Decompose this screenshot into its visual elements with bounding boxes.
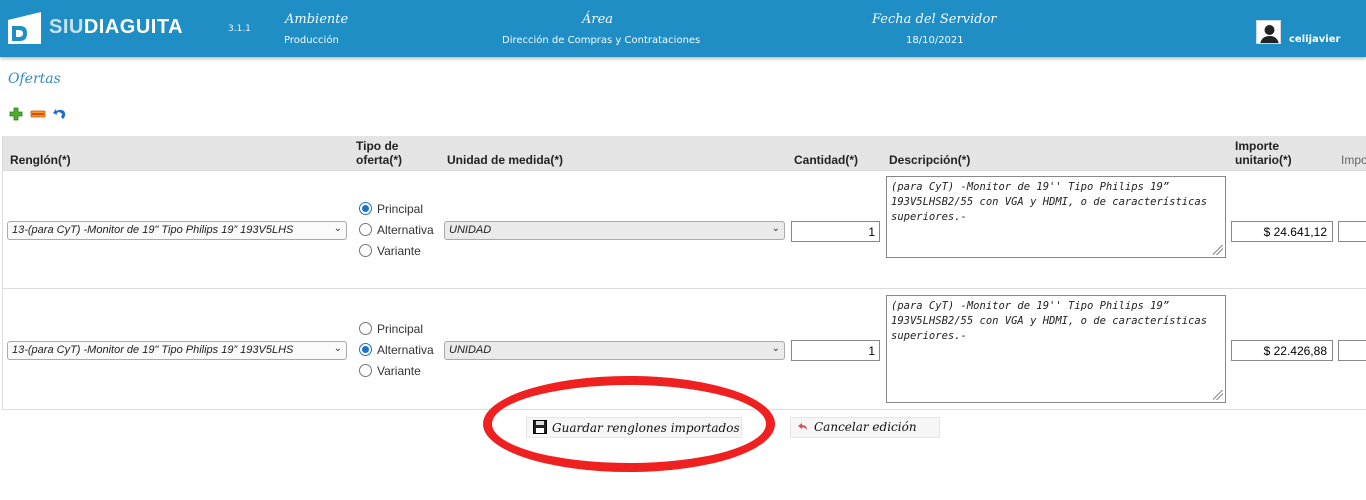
user-avatar-icon[interactable]: [1256, 20, 1281, 44]
cantidad-input[interactable]: 1: [791, 221, 880, 242]
radio-principal[interactable]: Principal: [359, 201, 434, 222]
importe-total-input[interactable]: [1338, 340, 1366, 361]
descripcion-text: (para CyT) -Monitor de 19'' Tipo Philips…: [891, 181, 1208, 223]
table-row: 13-(para CyT) -Monitor de 19" Tipo Phili…: [3, 289, 1366, 410]
renglon-select[interactable]: 13-(para CyT) -Monitor de 19" Tipo Phili…: [7, 341, 347, 360]
radio-label: Variante: [377, 244, 421, 258]
radio-unselected-icon: [359, 244, 372, 257]
add-icon[interactable]: [8, 106, 24, 122]
radio-alternativa[interactable]: Alternativa: [359, 342, 434, 363]
renglon-select[interactable]: 13-(para CyT) -Monitor de 19" Tipo Phili…: [7, 221, 347, 240]
app-version: 3.1.1: [228, 24, 251, 34]
fecha-servidor-label: Fecha del Servidor: [872, 12, 997, 27]
brand-siu: SIU: [49, 16, 84, 38]
cancelar-label: Cancelar edición: [814, 420, 917, 434]
col-tipo-oferta-line2: oferta(*): [356, 153, 403, 167]
radio-label: Variante: [377, 364, 421, 378]
ambiente-label: Ambiente: [285, 12, 349, 27]
app-header: SIUDIAGUITA 3.1.1 Ambiente Producción Ár…: [0, 0, 1366, 57]
unidad-medida-select[interactable]: UNIDAD ⌄: [444, 341, 785, 360]
radio-unselected-icon: [359, 364, 372, 377]
username[interactable]: celijavier: [1289, 34, 1340, 45]
radio-selected-icon: [359, 202, 372, 215]
fecha-servidor-value: 18/10/2021: [906, 35, 964, 46]
importe-unitario-input[interactable]: $ 22.426,88: [1231, 340, 1333, 361]
user-silhouette-icon: [1260, 25, 1279, 43]
remove-icon[interactable]: [30, 106, 46, 122]
col-importe-total: Impo: [1341, 153, 1366, 167]
page-title: Ofertas: [8, 71, 61, 87]
radio-unselected-icon: [359, 223, 372, 236]
radio-unselected-icon: [359, 322, 372, 335]
area-label: Área: [582, 12, 614, 27]
cancelar-edicion-button[interactable]: Cancelar edición: [790, 417, 940, 438]
table-header: Renglón(*) Tipo de oferta(*) Unidad de m…: [3, 136, 1366, 170]
radio-principal[interactable]: Principal: [359, 321, 434, 342]
brand-diaguita: DIAGUITA: [83, 16, 184, 38]
renglon-select-value: 13-(para CyT) -Monitor de 19" Tipo Phili…: [12, 344, 294, 356]
radio-label: Alternativa: [377, 343, 434, 357]
guardar-renglones-button[interactable]: Guardar renglones importados: [526, 417, 742, 438]
resize-handle-icon[interactable]: [1213, 245, 1223, 255]
descripcion-textarea[interactable]: (para CyT) -Monitor de 19'' Tipo Philips…: [886, 295, 1226, 403]
col-tipo-oferta-line1: Tipo de: [356, 139, 399, 153]
cantidad-input[interactable]: 1: [791, 340, 880, 361]
radio-label: Alternativa: [377, 223, 434, 237]
renglon-select-value: 13-(para CyT) -Monitor de 19" Tipo Phili…: [12, 224, 294, 236]
radio-variante[interactable]: Variante: [359, 363, 434, 384]
col-importe-unitario-line1: Importe: [1235, 139, 1280, 153]
unidad-medida-select[interactable]: UNIDAD ⌄: [444, 221, 785, 240]
descripcion-text: (para CyT) -Monitor de 19'' Tipo Philips…: [891, 300, 1208, 342]
brand-name: SIUDIAGUITA: [49, 16, 183, 39]
tipo-oferta-radio-group: Principal Alternativa Variante: [359, 201, 434, 264]
chevron-down-icon: ⌄: [333, 223, 342, 234]
table-row: 13-(para CyT) -Monitor de 19" Tipo Phili…: [3, 170, 1366, 289]
importe-unitario-input[interactable]: $ 24.641,12: [1231, 221, 1333, 242]
guardar-label: Guardar renglones importados: [552, 421, 740, 435]
chevron-down-icon: ⌄: [771, 343, 780, 354]
ofertas-table: Renglón(*) Tipo de oferta(*) Unidad de m…: [2, 136, 1366, 410]
siu-logo-icon: [8, 12, 41, 44]
undo-icon[interactable]: [52, 106, 68, 122]
col-descripcion: Descripción(*): [889, 153, 971, 167]
descripcion-textarea[interactable]: (para CyT) -Monitor de 19'' Tipo Philips…: [886, 176, 1226, 258]
col-unidad-medida: Unidad de medida(*): [447, 153, 564, 167]
radio-label: Principal: [377, 202, 424, 216]
chevron-down-icon: ⌄: [771, 223, 780, 234]
col-importe-unitario-line2: unitario(*): [1235, 153, 1292, 167]
tipo-oferta-radio-group: Principal Alternativa Variante: [359, 321, 434, 384]
radio-variante[interactable]: Variante: [359, 243, 434, 264]
unidad-select-value: UNIDAD: [449, 344, 492, 356]
area-value: Dirección de Compras y Contrataciones: [502, 35, 701, 46]
importe-total-input[interactable]: [1338, 221, 1366, 242]
col-cantidad: Cantidad(*): [794, 153, 858, 167]
radio-alternativa[interactable]: Alternativa: [359, 222, 434, 243]
radio-selected-icon: [359, 343, 372, 356]
undo-arrow-icon: [798, 423, 807, 430]
col-renglon: Renglón(*): [10, 153, 71, 167]
ambiente-value: Producción: [284, 35, 339, 46]
floppy-disk-icon: [533, 420, 547, 434]
unidad-select-value: UNIDAD: [449, 224, 492, 236]
radio-label: Principal: [377, 322, 424, 336]
resize-handle-icon[interactable]: [1213, 390, 1223, 400]
chevron-down-icon: ⌄: [333, 343, 342, 354]
